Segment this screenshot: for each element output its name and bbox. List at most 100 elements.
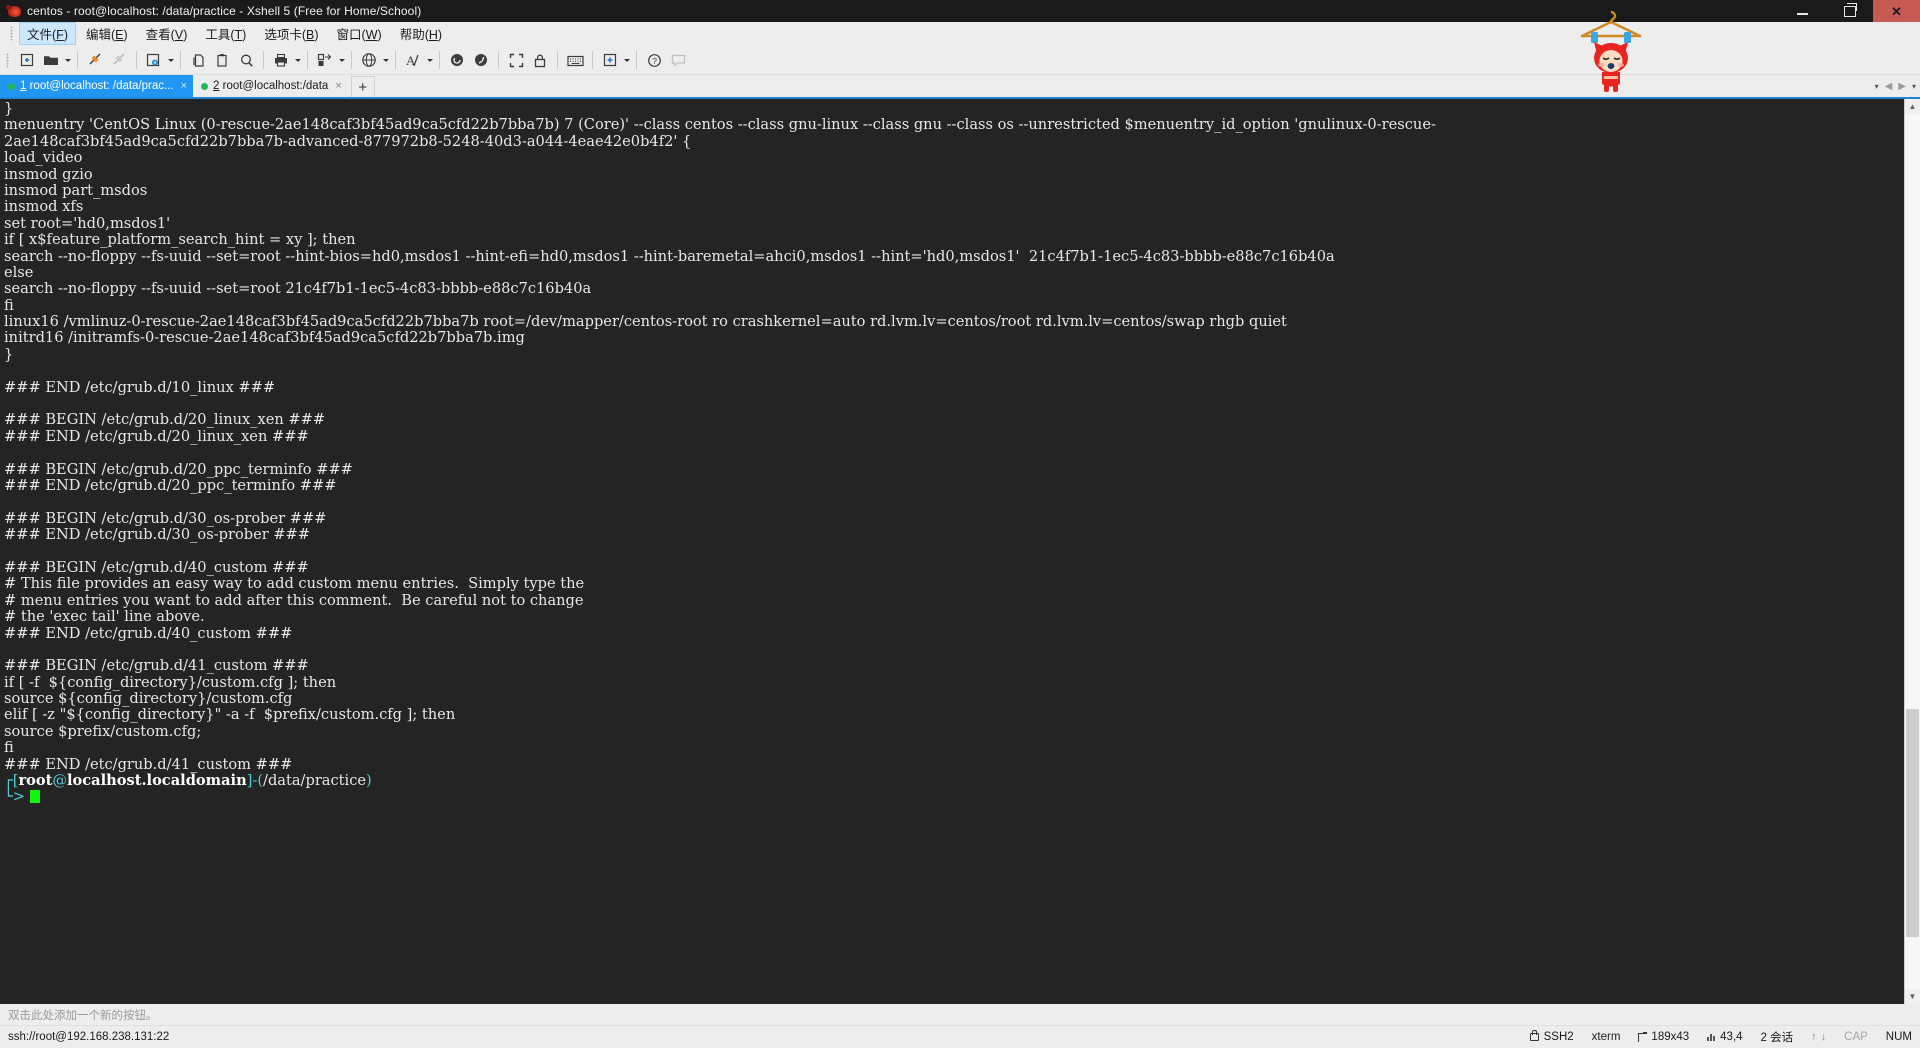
status-terminal-type: xterm bbox=[1592, 1031, 1621, 1043]
status-transfer-indicators: ↑ ↓ bbox=[1811, 1031, 1826, 1043]
menu-item-view[interactable]: 查看(V) bbox=[138, 22, 196, 45]
snail-icon bbox=[6, 3, 22, 19]
status-terminal-type-label: xterm bbox=[1591, 1031, 1621, 1043]
browser-icon[interactable] bbox=[358, 49, 380, 71]
terminal-line: ### END /etc/grub.d/20_linux_xen ### bbox=[4, 427, 309, 445]
scroll-down-icon[interactable]: ▼ bbox=[1905, 989, 1920, 1004]
toolbar-divider bbox=[498, 51, 499, 69]
add-panel-icon[interactable] bbox=[599, 49, 621, 71]
help-icon[interactable]: ? bbox=[643, 49, 665, 71]
tab-session-2[interactable]: 2 root@localhost:/data × bbox=[193, 75, 348, 97]
chevron-down-icon[interactable] bbox=[293, 49, 302, 71]
terminal-line: ### BEGIN /etc/grub.d/20_ppc_terminfo ##… bbox=[4, 460, 353, 478]
chevron-down-icon[interactable] bbox=[425, 49, 434, 71]
tab-bar-controls: ▾ ◀ ▶ ▾ bbox=[1875, 75, 1920, 97]
menu-item-window[interactable]: 窗口(W) bbox=[329, 22, 390, 45]
copy-icon[interactable] bbox=[187, 49, 209, 71]
prompt-at-icon: @ bbox=[52, 772, 67, 790]
terminal-line: ### END /etc/grub.d/30_os-prober ### bbox=[4, 526, 311, 544]
tab-list-icon[interactable]: ▾ bbox=[1912, 82, 1916, 91]
chevron-down-icon[interactable] bbox=[337, 49, 346, 71]
terminal-line: ### END /etc/grub.d/41_custom ### bbox=[4, 755, 293, 773]
scroll-up-icon[interactable]: ▲ bbox=[1905, 99, 1920, 114]
tab-next-icon[interactable]: ▶ bbox=[1898, 81, 1906, 92]
resize-icon bbox=[1638, 1031, 1648, 1042]
lock-icon[interactable] bbox=[529, 49, 551, 71]
open-folder-icon[interactable] bbox=[40, 49, 62, 71]
toolbar-divider bbox=[351, 51, 352, 69]
tab-2-close-icon[interactable]: × bbox=[335, 80, 341, 92]
lock-icon bbox=[1529, 1030, 1539, 1041]
menu-item-edit[interactable]: 编辑(E) bbox=[78, 22, 136, 45]
menu-window-pre: 窗口( bbox=[336, 28, 366, 42]
keyboard-icon[interactable] bbox=[564, 49, 586, 71]
menu-help-post: ) bbox=[437, 28, 443, 42]
terminal-scrollbar[interactable]: ▲ ▼ bbox=[1904, 99, 1920, 1004]
menu-item-file[interactable]: 文件(F) bbox=[19, 22, 76, 45]
download-arrow-icon: ↓ bbox=[1820, 1031, 1827, 1043]
quick-command-bar[interactable]: 双击此处添加一个新的按钮。 bbox=[0, 1004, 1920, 1025]
terminal-line: ### BEGIN /etc/grub.d/20_linux_xen ### bbox=[4, 411, 326, 429]
tab-prev-icon[interactable]: ◀ bbox=[1885, 81, 1893, 92]
menu-view-key: V bbox=[174, 28, 184, 42]
scrollbar-track[interactable] bbox=[1905, 114, 1920, 989]
paste-icon[interactable] bbox=[211, 49, 233, 71]
menubar-grip[interactable] bbox=[10, 26, 13, 41]
maximize-button[interactable] bbox=[1826, 0, 1873, 22]
terminal-line: insmod part_msdos bbox=[4, 181, 148, 199]
menu-bar: 文件(F) 编辑(E) 查看(V) 工具(T) 选项卡(B) 窗口(W) 帮助(… bbox=[0, 22, 1920, 46]
chevron-down-icon[interactable] bbox=[166, 49, 175, 71]
terminal-line: search --no-floppy --fs-uuid --set=root … bbox=[4, 247, 1335, 265]
terminal-line: source ${config_directory}/custom.cfg bbox=[4, 690, 293, 708]
transfer-icon[interactable] bbox=[314, 49, 336, 71]
terminal-line: fi bbox=[4, 739, 14, 757]
sftp-icon[interactable] bbox=[446, 49, 468, 71]
menu-tools-pre: 工具( bbox=[205, 28, 235, 42]
terminal-line: linux16 /vmlinuz-0-rescue-2ae148caf3bf45… bbox=[4, 313, 1287, 331]
status-sessions-label: 2 会话 bbox=[1760, 1032, 1794, 1044]
tab-1-close-icon[interactable]: × bbox=[181, 80, 187, 92]
chevron-down-icon[interactable] bbox=[63, 49, 72, 71]
tab-session-1[interactable]: 1 root@localhost: /data/prac... × bbox=[0, 75, 194, 97]
status-cursor-position: 43,4 bbox=[1707, 1031, 1743, 1043]
menu-help-key: H bbox=[428, 28, 438, 42]
toolbar-divider bbox=[439, 51, 440, 69]
disconnect-icon[interactable] bbox=[108, 49, 130, 71]
terminal-line: ### BEGIN /etc/grub.d/30_os-prober ### bbox=[4, 509, 327, 527]
prompt-paren-close: ) bbox=[366, 772, 372, 790]
menu-item-help[interactable]: 帮助(H) bbox=[392, 22, 450, 45]
session-properties-icon[interactable] bbox=[143, 49, 165, 71]
connect-icon[interactable] bbox=[84, 49, 106, 71]
ftp-icon[interactable] bbox=[470, 49, 492, 71]
status-cursor-label: 43,4 bbox=[1720, 1031, 1743, 1043]
toolbar-grip[interactable] bbox=[6, 52, 9, 68]
terminal-line: set root='hd0,msdos1' bbox=[4, 214, 171, 232]
toolbar-divider bbox=[180, 51, 181, 69]
menu-item-tools[interactable]: 工具(T) bbox=[197, 22, 254, 45]
terminal-line: else bbox=[4, 263, 34, 281]
shell-prompt-line-2[interactable]: └> bbox=[4, 789, 1904, 805]
print-icon[interactable] bbox=[270, 49, 292, 71]
menu-item-tabs[interactable]: 选项卡(B) bbox=[256, 22, 326, 45]
fullscreen-icon[interactable] bbox=[505, 49, 527, 71]
chevron-down-icon[interactable] bbox=[622, 49, 631, 71]
new-session-icon[interactable] bbox=[16, 49, 38, 71]
comment-icon[interactable] bbox=[667, 49, 689, 71]
menu-edit-pre: 编辑( bbox=[85, 28, 116, 42]
menu-edit-key: E bbox=[115, 28, 124, 42]
scrollbar-thumb[interactable] bbox=[1906, 709, 1919, 937]
menu-tools-post: ) bbox=[242, 28, 247, 42]
toolbar-divider bbox=[395, 51, 396, 69]
chevron-down-icon[interactable] bbox=[381, 49, 390, 71]
terminal-output[interactable]: } menuentry 'CentOS Linux (0-rescue-2ae14… bbox=[0, 99, 1904, 1004]
minimize-button[interactable] bbox=[1779, 0, 1826, 22]
find-icon[interactable] bbox=[235, 49, 257, 71]
toolbar-divider bbox=[77, 51, 78, 69]
new-tab-button[interactable]: + bbox=[350, 76, 375, 97]
status-dimensions-label: 189x43 bbox=[1651, 1031, 1690, 1043]
toolbar-overflow-icon[interactable]: ▾ bbox=[1875, 82, 1879, 91]
close-button[interactable]: ✕ bbox=[1873, 0, 1920, 22]
font-icon[interactable]: A bbox=[402, 49, 424, 71]
